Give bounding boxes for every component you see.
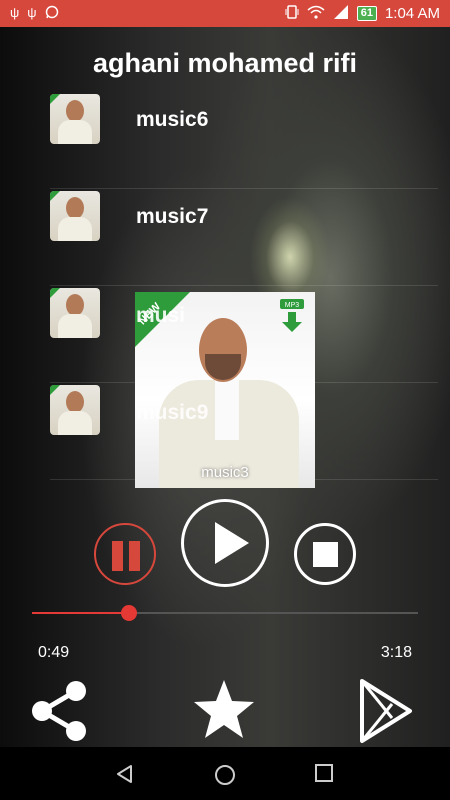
usb-icon: ψ (27, 5, 37, 20)
track-thumbnail (50, 191, 100, 241)
list-item[interactable]: music6 (50, 92, 438, 189)
track-title: music7 (136, 205, 209, 228)
track-title: music6 (136, 108, 209, 131)
wifi-icon (307, 5, 325, 23)
track-title: musi (136, 304, 186, 327)
battery-icon: 61 (356, 6, 377, 21)
mp3-badge: MP3 (285, 302, 300, 309)
signal-icon (333, 4, 349, 23)
status-bar: ψ ψ 61 1:04 AM (0, 0, 450, 27)
usb-icon: ψ (10, 5, 20, 20)
system-navigation-bar (0, 747, 450, 800)
page-title: aghani mohamed rifi (92, 48, 358, 78)
track-title: music9 (136, 401, 209, 424)
seek-bar[interactable] (32, 605, 418, 621)
recents-icon[interactable] (315, 764, 333, 782)
stop-button[interactable] (294, 523, 356, 585)
list-item[interactable]: music7 (50, 189, 438, 286)
seek-handle[interactable] (120, 605, 137, 621)
play-button[interactable] (181, 499, 269, 587)
pause-button[interactable] (94, 523, 156, 585)
seek-progress (32, 612, 129, 614)
total-duration: 3:18 (380, 644, 412, 661)
home-icon[interactable] (214, 764, 236, 786)
whatsapp-icon (45, 5, 59, 22)
pause-icon (112, 541, 123, 571)
now-playing-caption: music3 (201, 464, 249, 481)
track-thumbnail (50, 288, 100, 338)
track-thumbnail (50, 94, 100, 144)
share-icon[interactable] (28, 678, 92, 744)
download-icon: MP3 (280, 299, 304, 332)
play-icon (215, 522, 249, 564)
action-bar (0, 678, 450, 744)
vibrate-icon (285, 4, 299, 24)
stop-icon (313, 542, 338, 567)
elapsed-time: 0:49 (38, 644, 70, 661)
track-thumbnail (50, 385, 100, 435)
play-store-icon[interactable] (356, 678, 414, 744)
star-icon[interactable] (191, 678, 257, 742)
back-icon[interactable] (115, 764, 135, 784)
playback-controls (0, 495, 450, 595)
clock: 1:04 AM (384, 5, 440, 22)
